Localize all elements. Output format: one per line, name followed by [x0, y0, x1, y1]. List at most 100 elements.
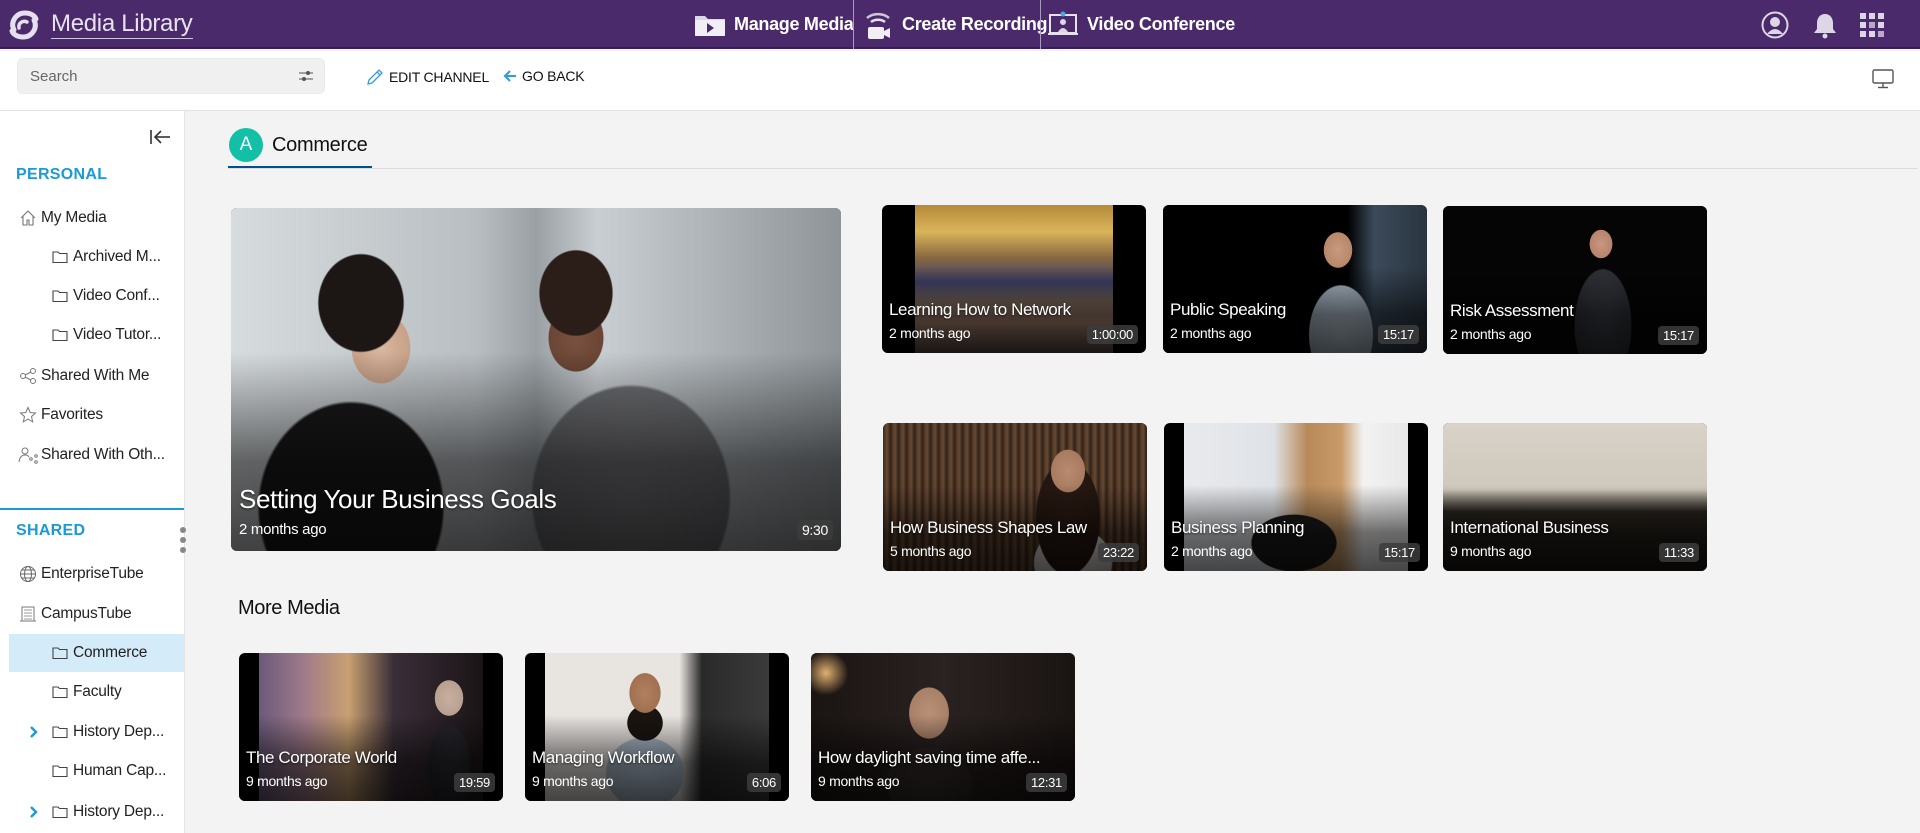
video-title: How daylight saving time affe...: [818, 748, 1041, 767]
sidebar-item-shared-with-me[interactable]: Shared With Me: [18, 357, 150, 395]
video-duration: 15:17: [1378, 543, 1420, 562]
sidebar-item-video-tutorials[interactable]: Video Tutor...: [0, 316, 184, 354]
user-account-icon[interactable]: [1760, 10, 1790, 40]
nav-manage-media[interactable]: Manage Media: [692, 0, 854, 49]
sidebar-item-enterprisetube[interactable]: EnterpriseTube: [18, 555, 144, 593]
sidebar-item-label: Commerce: [73, 644, 148, 661]
video-age: 9 months ago: [1450, 543, 1532, 559]
video-title: Business Planning: [1171, 518, 1305, 537]
sidebar-item-campustube[interactable]: CampusTube: [18, 595, 132, 633]
video-duration: 19:59: [453, 773, 495, 792]
nav-divider: [1040, 0, 1041, 49]
sidebar-item-faculty[interactable]: Faculty: [0, 673, 184, 711]
video-age: 2 months ago: [1170, 325, 1252, 341]
sidebar-item-human-capital[interactable]: Human Cap...: [0, 752, 184, 790]
nav-create-recording-label: Create Recording: [902, 14, 1048, 34]
sidebar-item-label: Video Conf...: [73, 287, 160, 304]
video-duration: 6:06: [746, 773, 781, 792]
video-duration: 23:22: [1097, 543, 1139, 562]
folder-icon: [50, 247, 70, 267]
sidebar-item-label: Shared With Me: [41, 367, 150, 384]
go-back-button[interactable]: GO BACK: [503, 68, 585, 84]
video-age: 2 months ago: [1171, 543, 1253, 559]
sidebar-item-archived[interactable]: Archived M...: [0, 238, 184, 276]
video-card[interactable]: The Corporate World 9 months ago 19:59: [239, 653, 503, 801]
video-duration: 1:00:00: [1086, 325, 1138, 344]
video-card[interactable]: Learning How to Network 2 months ago 1:0…: [882, 205, 1146, 353]
sidebar-item-label: Favorites: [41, 406, 103, 423]
sidebar-item-label: Faculty: [73, 683, 122, 700]
video-age: 9 months ago: [818, 773, 900, 789]
sidebar-item-shared-with-others[interactable]: Shared With Oth...: [18, 436, 165, 474]
sidebar-item-label: My Media: [41, 209, 107, 226]
featured-video-card[interactable]: Setting Your Business Goals 2 months ago…: [231, 208, 841, 551]
monitor-display-icon[interactable]: [1872, 69, 1894, 94]
video-title: The Corporate World: [246, 748, 397, 767]
section-title-personal: PERSONAL: [16, 166, 108, 183]
nav-video-conference-label: Video Conference: [1087, 14, 1235, 34]
channel-tab-label: Commerce: [272, 134, 368, 156]
nav-video-conference[interactable]: Video Conference: [1045, 0, 1235, 49]
video-conference-icon: [1045, 10, 1081, 40]
video-age: 9 months ago: [246, 773, 328, 789]
collapse-sidebar-icon[interactable]: [149, 127, 171, 147]
pencil-icon: [366, 68, 384, 86]
sidebar-item-label: EnterpriseTube: [41, 565, 144, 582]
tab-commerce[interactable]: A Commerce: [229, 128, 368, 170]
video-card[interactable]: Managing Workflow 9 months ago 6:06: [525, 653, 789, 801]
video-card[interactable]: Business Planning 2 months ago 15:17: [1164, 423, 1428, 571]
video-card[interactable]: International Business 9 months ago 11:3…: [1443, 423, 1707, 571]
video-age: 2 months ago: [239, 521, 327, 538]
sidebar-item-video-conf[interactable]: Video Conf...: [0, 277, 184, 315]
search-input[interactable]: [30, 59, 270, 93]
home-icon: [18, 208, 38, 228]
folder-icon: [50, 286, 70, 306]
sidebar-item-commerce[interactable]: Commerce: [9, 634, 184, 672]
sidebar-item-label: Shared With Oth...: [41, 446, 165, 463]
sidebar-item-favorites[interactable]: Favorites: [18, 396, 103, 434]
video-age: 9 months ago: [532, 773, 614, 789]
video-age: 2 months ago: [889, 325, 971, 341]
more-media-heading: More Media: [238, 597, 340, 619]
video-age: 2 months ago: [1450, 326, 1532, 342]
sidebar-item-label: CampusTube: [41, 605, 132, 622]
video-title: Public Speaking: [1170, 300, 1286, 319]
notification-bell-icon[interactable]: [1810, 10, 1840, 40]
globe-icon: [18, 564, 38, 584]
sidebar-item-history-dept-1[interactable]: History Dep...: [0, 713, 184, 751]
video-duration: 12:31: [1025, 773, 1067, 792]
folder-icon: [50, 643, 70, 663]
media-folder-icon: [692, 10, 728, 40]
user-share-icon: [18, 445, 38, 465]
sidebar-resize-handle[interactable]: [180, 527, 188, 553]
sidebar-item-history-dept-2[interactable]: History Dep...: [0, 793, 184, 831]
app-grid-icon[interactable]: [1857, 10, 1887, 40]
video-card[interactable]: Risk Assessment 2 months ago 15:17: [1443, 206, 1707, 354]
app-logo-icon[interactable]: [6, 8, 42, 42]
sidebar-section-divider: [0, 508, 184, 510]
sidebar-item-my-media[interactable]: My Media: [18, 199, 107, 237]
nav-divider: [853, 0, 854, 49]
video-duration: 9:30: [796, 520, 833, 540]
star-icon: [18, 405, 38, 425]
sidebar-item-label: Video Tutor...: [73, 326, 162, 343]
video-duration: 15:17: [1377, 325, 1419, 344]
app-title[interactable]: Media Library: [51, 10, 193, 39]
filter-sliders-icon[interactable]: [298, 68, 314, 84]
edit-channel-label: EDIT CHANNEL: [389, 69, 490, 85]
folder-icon: [50, 325, 70, 345]
sidebar: PERSONAL My Media Archived M... Video Co…: [0, 111, 185, 833]
chevron-right-icon[interactable]: [29, 805, 39, 824]
chevron-right-icon[interactable]: [29, 725, 39, 744]
video-card[interactable]: Public Speaking 2 months ago 15:17: [1163, 205, 1427, 353]
search-box: [17, 58, 325, 94]
video-age: 5 months ago: [890, 543, 972, 559]
video-card[interactable]: How Business Shapes Law 5 months ago 23:…: [883, 423, 1147, 571]
edit-channel-button[interactable]: EDIT CHANNEL: [366, 68, 489, 86]
video-title: Managing Workflow: [532, 748, 675, 767]
nav-create-recording[interactable]: Create Recording: [860, 0, 1048, 49]
video-title: Risk Assessment: [1450, 301, 1574, 320]
video-card[interactable]: How daylight saving time affe... 9 month…: [811, 653, 1075, 801]
folder-icon: [50, 682, 70, 702]
video-duration: 11:33: [1658, 543, 1699, 562]
